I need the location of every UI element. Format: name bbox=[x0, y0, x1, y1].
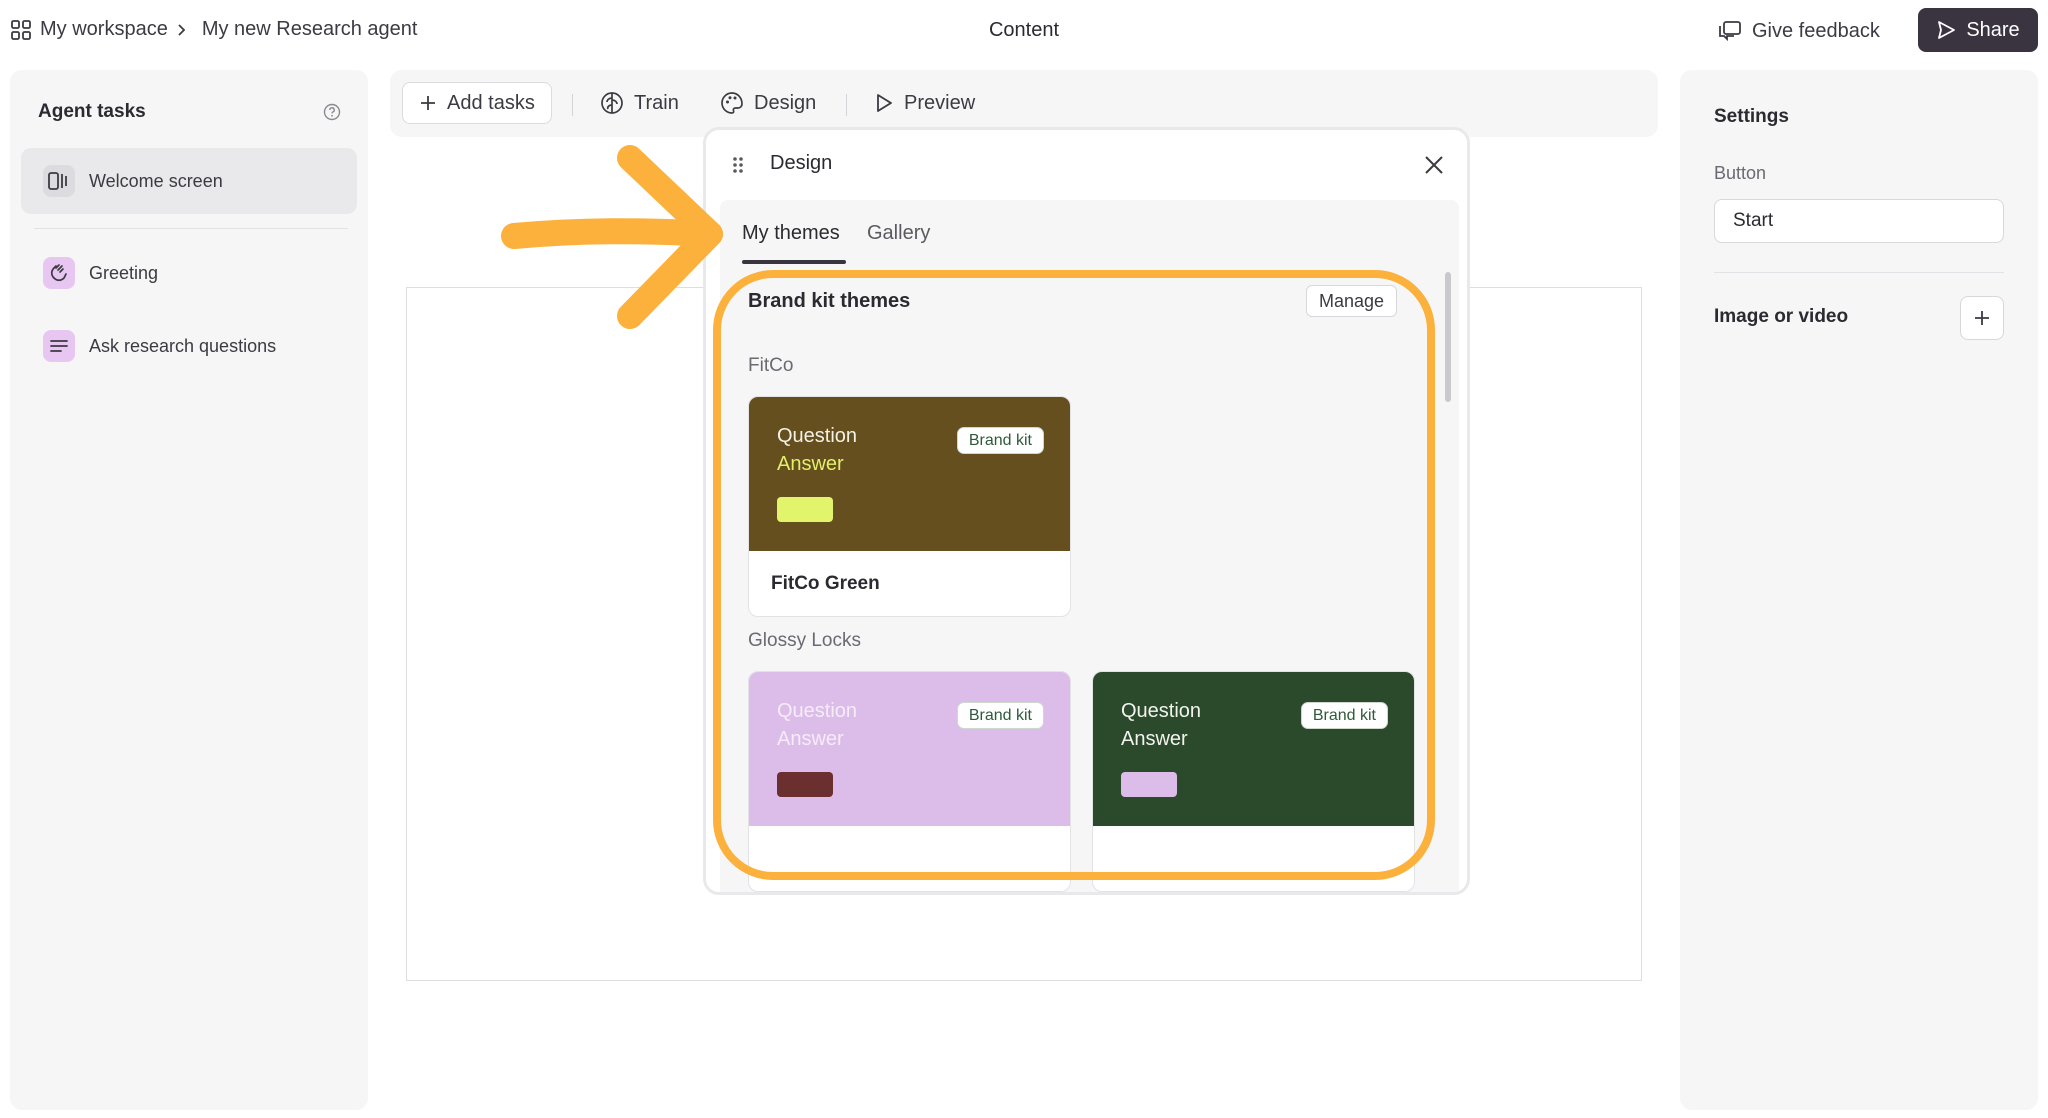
share-button[interactable]: Share bbox=[1918, 8, 2038, 52]
theme-preview: Question Answer Brand kit bbox=[749, 397, 1070, 551]
task-item-ask-research-questions[interactable]: Ask research questions bbox=[21, 313, 357, 379]
theme-answer-text: Answer bbox=[777, 453, 844, 475]
feedback-icon bbox=[1718, 20, 1742, 42]
brand-kit-badge: Brand kit bbox=[1300, 702, 1388, 729]
send-icon bbox=[1936, 20, 1956, 40]
theme-name: FitCo Green bbox=[771, 573, 880, 594]
wave-icon bbox=[43, 257, 75, 289]
preview-label: Preview bbox=[904, 91, 976, 114]
add-tasks-label: Add tasks bbox=[447, 91, 535, 114]
task-item-greeting[interactable]: Greeting bbox=[21, 240, 357, 306]
preview-button[interactable]: Preview bbox=[858, 82, 991, 124]
drag-handle-icon[interactable] bbox=[731, 155, 745, 175]
group-label-glossy-locks: Glossy Locks bbox=[748, 630, 861, 651]
button-color-swatch bbox=[777, 772, 833, 797]
design-label: Design bbox=[754, 91, 817, 114]
image-or-video-label: Image or video bbox=[1714, 306, 1849, 327]
scrollbar[interactable] bbox=[1445, 272, 1451, 402]
theme-preview: Question Answer Brand kit bbox=[749, 672, 1070, 826]
list-icon bbox=[43, 330, 75, 362]
button-field-label: Button bbox=[1714, 163, 1767, 183]
button-color-swatch bbox=[1121, 772, 1177, 797]
divider bbox=[572, 94, 573, 116]
theme-card-glossy-locks-purple[interactable]: Question Answer Brand kit bbox=[748, 671, 1071, 892]
tab-my-themes[interactable]: My themes bbox=[742, 222, 840, 245]
welcome-screen-icon bbox=[43, 165, 75, 197]
brand-kit-themes-title: Brand kit themes bbox=[748, 290, 911, 312]
active-tab-indicator bbox=[742, 260, 846, 264]
button-color-swatch bbox=[777, 497, 833, 522]
manage-button[interactable]: Manage bbox=[1306, 285, 1398, 317]
theme-question-text: Question bbox=[1121, 700, 1202, 722]
theme-card-glossy-locks-green[interactable]: Question Answer Brand kit bbox=[1092, 671, 1415, 892]
theme-answer-text: Answer bbox=[777, 728, 844, 750]
give-feedback-label: Give feedback bbox=[1752, 19, 1880, 42]
add-media-button[interactable] bbox=[1960, 296, 2004, 340]
themes-list[interactable]: Brand kit themes Manage FitCo Question A… bbox=[720, 266, 1459, 892]
brain-icon bbox=[600, 91, 624, 115]
design-popup: Design My themes Gallery Brand kit theme… bbox=[703, 127, 1470, 895]
play-icon bbox=[874, 92, 894, 114]
popup-title: Design bbox=[770, 152, 833, 174]
agent-tasks-panel: Agent tasks Welcome screen Greeting Ask … bbox=[10, 70, 368, 1110]
help-icon[interactable] bbox=[323, 103, 341, 121]
train-button[interactable]: Train bbox=[584, 82, 695, 124]
theme-answer-text: Answer bbox=[1121, 728, 1188, 750]
tabs-bar: My themes Gallery bbox=[720, 200, 1459, 266]
train-label: Train bbox=[634, 91, 679, 114]
popup-header: Design bbox=[706, 130, 1467, 200]
button-text-input[interactable]: Start bbox=[1714, 199, 2004, 243]
arrow-annotation-icon bbox=[501, 145, 723, 329]
share-label: Share bbox=[1966, 18, 2020, 41]
theme-question-text: Question bbox=[777, 700, 858, 722]
close-icon[interactable] bbox=[1423, 154, 1445, 176]
design-button[interactable]: Design bbox=[704, 82, 832, 124]
tab-gallery[interactable]: Gallery bbox=[867, 222, 930, 245]
divider bbox=[34, 228, 348, 229]
top-bar: My workspace My new Research agent Conte… bbox=[0, 0, 2048, 62]
plus-icon bbox=[419, 94, 437, 112]
task-item-welcome-screen[interactable]: Welcome screen bbox=[21, 148, 357, 214]
settings-title: Settings bbox=[1714, 106, 1789, 127]
agent-tasks-title: Agent tasks bbox=[38, 101, 146, 122]
divider bbox=[1714, 272, 2004, 273]
theme-question-text: Question bbox=[777, 425, 858, 447]
theme-card-fitco-green[interactable]: Question Answer Brand kit FitCo Green bbox=[748, 396, 1071, 617]
task-label: Ask research questions bbox=[89, 335, 277, 356]
settings-panel: Settings Button Start Image or video bbox=[1680, 70, 2038, 1110]
theme-preview: Question Answer Brand kit bbox=[1093, 672, 1414, 826]
divider bbox=[846, 94, 847, 116]
plus-icon bbox=[1973, 309, 1991, 327]
task-label: Greeting bbox=[89, 262, 159, 283]
palette-icon bbox=[720, 91, 744, 115]
add-tasks-button[interactable]: Add tasks bbox=[402, 82, 552, 124]
brand-kit-badge: Brand kit bbox=[956, 702, 1044, 729]
brand-kit-badge: Brand kit bbox=[956, 427, 1044, 454]
give-feedback-button[interactable]: Give feedback bbox=[1718, 12, 1880, 50]
group-label-fitco: FitCo bbox=[748, 355, 794, 376]
task-label: Welcome screen bbox=[89, 170, 223, 191]
